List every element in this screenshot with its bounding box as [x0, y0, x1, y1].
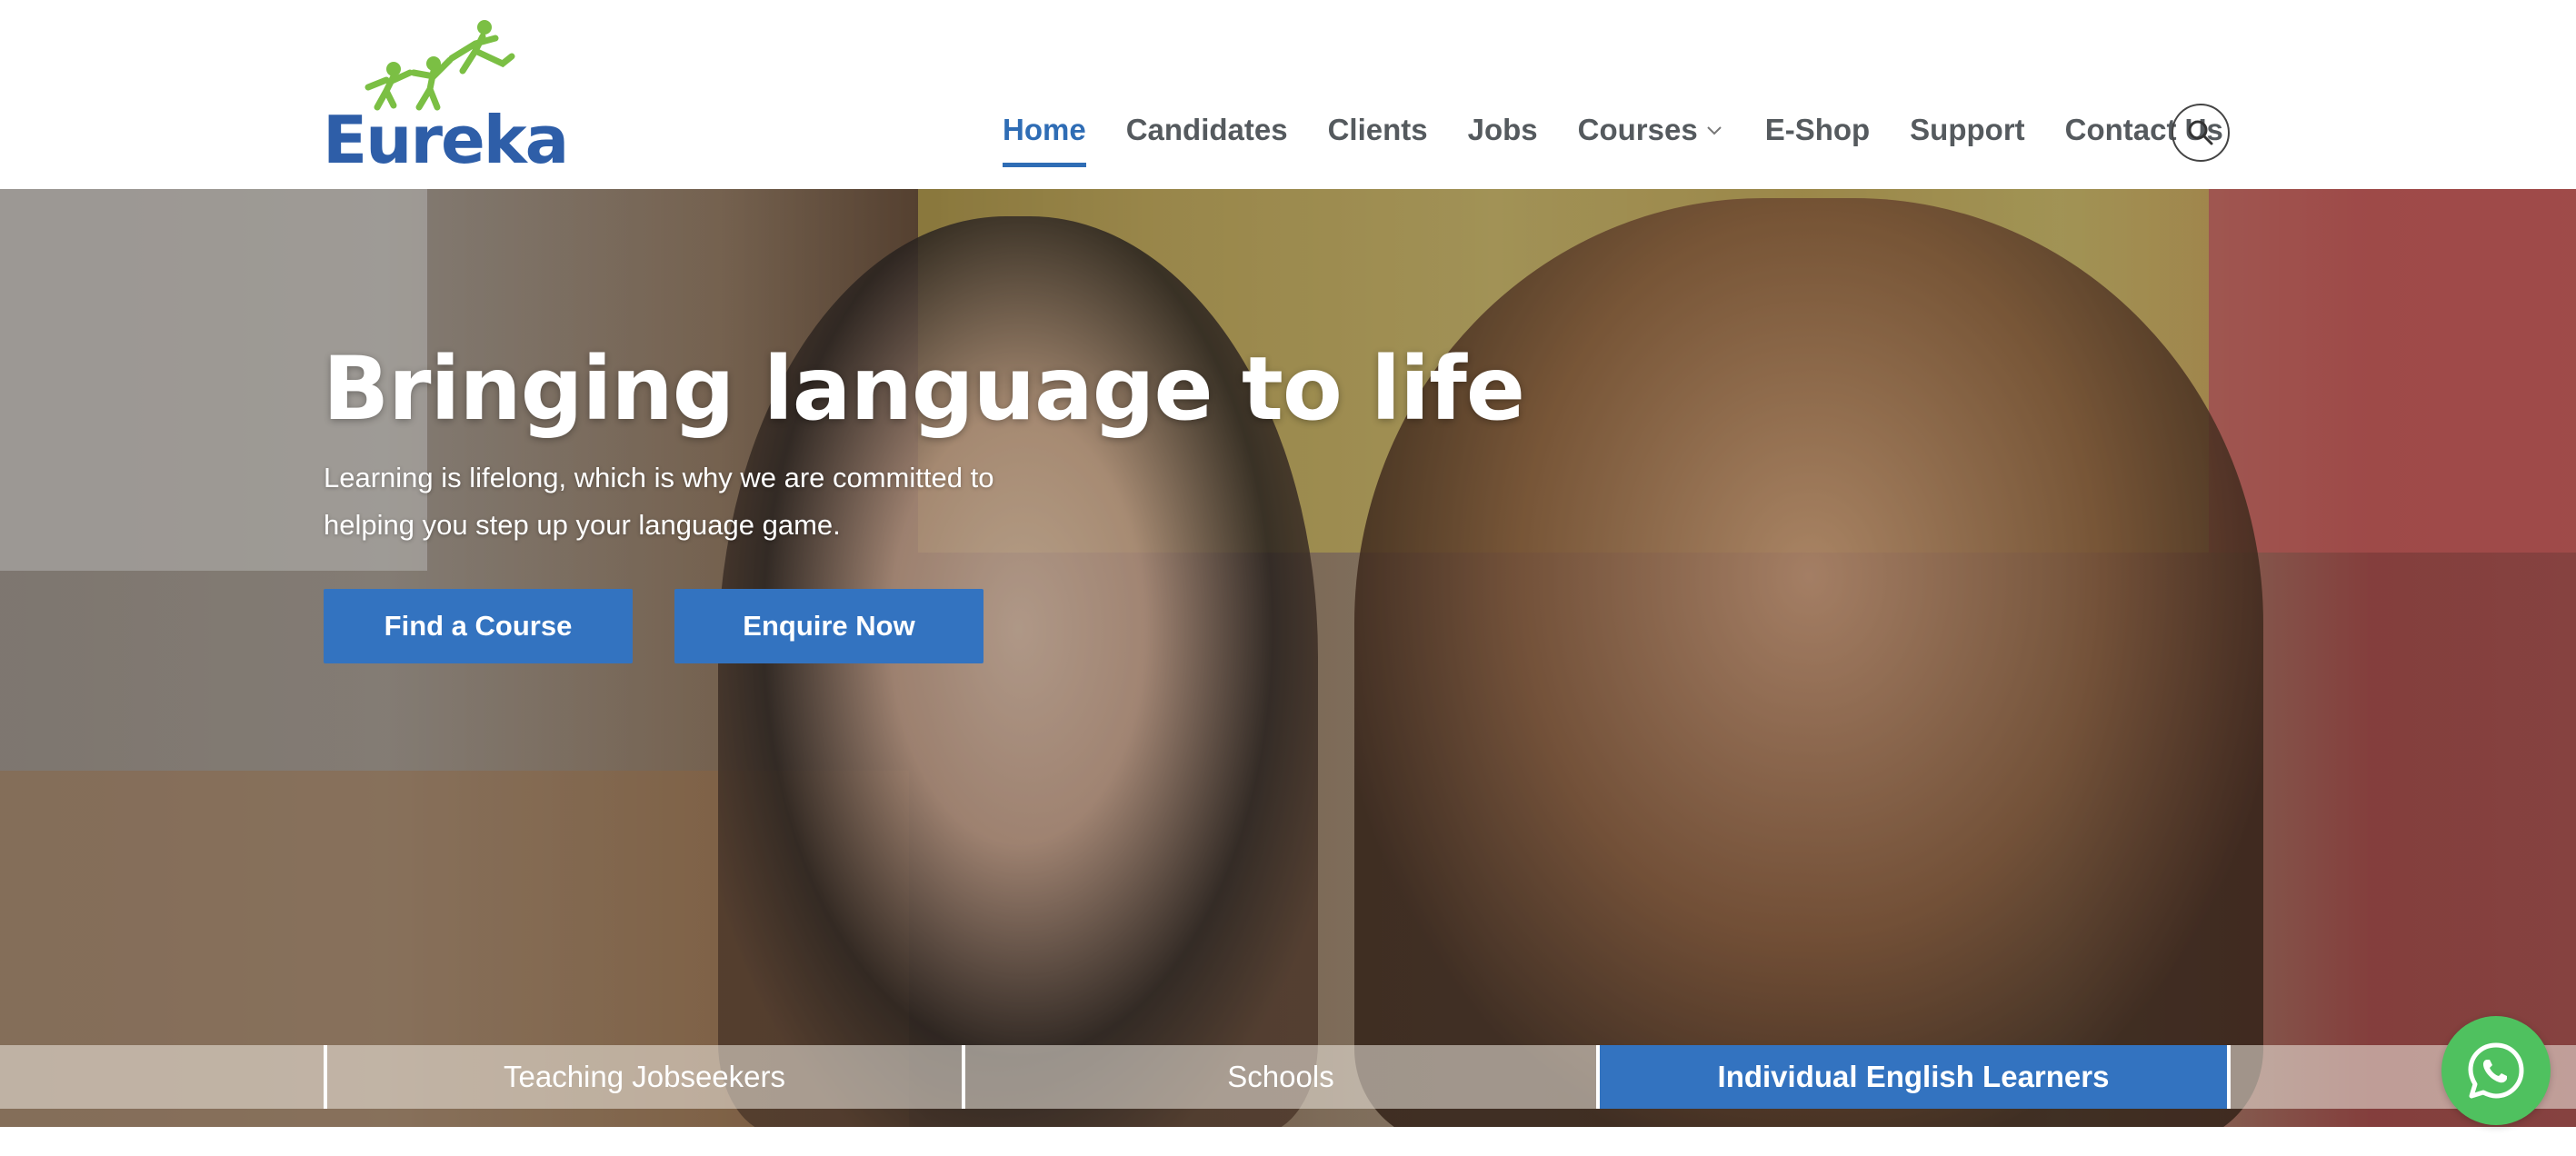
nav-courses[interactable]: Courses [1578, 113, 1725, 147]
tab-schools[interactable]: Schools [962, 1045, 1596, 1109]
nav-support[interactable]: Support [1910, 113, 2024, 147]
nav-home[interactable]: Home [1003, 113, 1086, 167]
nav-home-label: Home [1003, 113, 1086, 146]
nav-clients[interactable]: Clients [1328, 113, 1428, 147]
tab-teaching-jobseekers[interactable]: Teaching Jobseekers [324, 1045, 962, 1109]
whatsapp-button[interactable] [2441, 1016, 2551, 1125]
nav-support-label: Support [1910, 113, 2025, 146]
search-icon [2188, 120, 2213, 145]
nav-jobs-label: Jobs [1467, 113, 1538, 146]
tab-individual-english-learners[interactable]: Individual English Learners [1596, 1045, 2231, 1109]
find-course-button[interactable]: Find a Course [324, 589, 633, 663]
main-navigation: Home Candidates Clients Jobs Courses E-S… [1003, 113, 2263, 167]
whatsapp-icon [2468, 1042, 2524, 1099]
enquire-now-button[interactable]: Enquire Now [674, 589, 983, 663]
site-header: Eureka Home Candidates Clients Jobs Cour… [0, 0, 2576, 189]
nav-courses-label: Courses [1577, 113, 1698, 146]
nav-candidates[interactable]: Candidates [1126, 113, 1288, 147]
nav-jobs[interactable]: Jobs [1468, 113, 1538, 147]
hero-subtitle-line1: Learning is lifelong, which is why we ar… [324, 462, 994, 493]
nav-clients-label: Clients [1327, 113, 1428, 146]
search-button[interactable] [2172, 104, 2230, 162]
hero-subtitle-line2: helping you step up your language game. [324, 509, 841, 541]
nav-eshop[interactable]: E-Shop [1765, 113, 1870, 147]
chevron-down-icon [1706, 126, 1722, 135]
logo-wordmark: Eureka [323, 102, 569, 178]
hero-subtitle: Learning is lifelong, which is why we ar… [324, 454, 1069, 549]
nav-candidates-label: Candidates [1125, 113, 1288, 146]
nav-eshop-label: E-Shop [1764, 113, 1871, 146]
hero-title: Bringing language to life [323, 338, 1525, 440]
eureka-logo[interactable]: Eureka [323, 16, 569, 173]
